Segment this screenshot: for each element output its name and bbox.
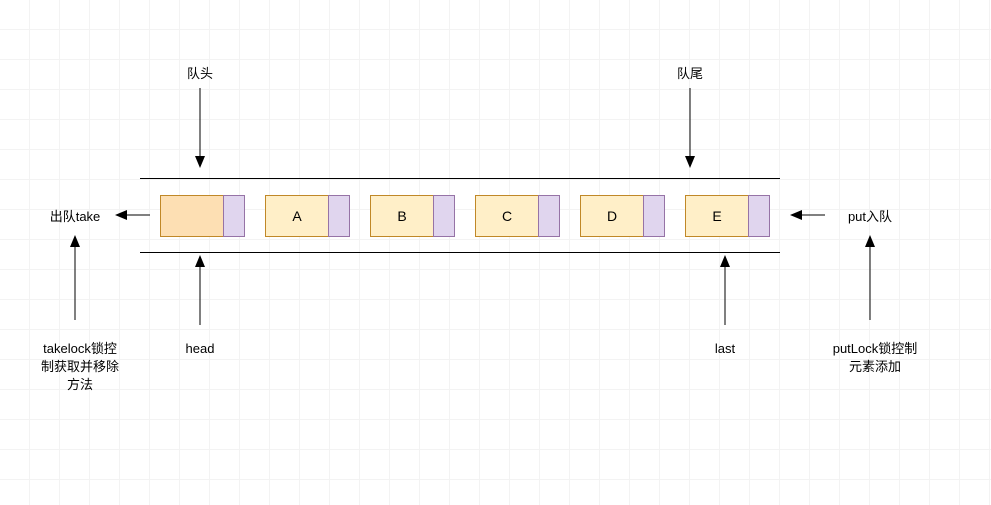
queue-node-next [223, 195, 245, 237]
queue-node-a: A [265, 195, 350, 237]
queue-node-body [160, 195, 223, 237]
queue-node-next [328, 195, 350, 237]
queue-node-body: A [265, 195, 328, 237]
queue-node-next [538, 195, 560, 237]
queue-node-d: D [580, 195, 665, 237]
label-takelock-desc: takelock锁控 制获取并移除 方法 [30, 340, 130, 395]
arrow-takelock-up [70, 235, 80, 320]
label-head-ptr: head [175, 340, 225, 358]
arrow-last-ptr-up [720, 255, 730, 325]
arrow-take-left [115, 210, 150, 220]
arrow-put-left [790, 210, 825, 220]
label-last-ptr: last [700, 340, 750, 358]
queue-node-c: C [475, 195, 560, 237]
queue-node-body: D [580, 195, 643, 237]
queue-top-line [140, 178, 780, 179]
queue-node-next [748, 195, 770, 237]
queue-node-b: B [370, 195, 455, 237]
arrow-putlock-up [865, 235, 875, 320]
label-queue-head: 队头 [170, 65, 230, 83]
queue-node-next [433, 195, 455, 237]
label-put: put入队 [835, 208, 905, 226]
queue-node-next [643, 195, 665, 237]
queue-node-body: E [685, 195, 748, 237]
arrow-head-down [195, 88, 205, 168]
queue-node-body: C [475, 195, 538, 237]
queue-node-head [160, 195, 245, 237]
queue-node-e: E [685, 195, 770, 237]
label-queue-tail: 队尾 [660, 65, 720, 83]
arrow-tail-down [685, 88, 695, 168]
label-take: 出队take [40, 208, 110, 226]
arrow-head-ptr-up [195, 255, 205, 325]
queue-bottom-line [140, 252, 780, 253]
queue-node-body: B [370, 195, 433, 237]
label-putlock-desc: putLock锁控制 元素添加 [820, 340, 930, 376]
